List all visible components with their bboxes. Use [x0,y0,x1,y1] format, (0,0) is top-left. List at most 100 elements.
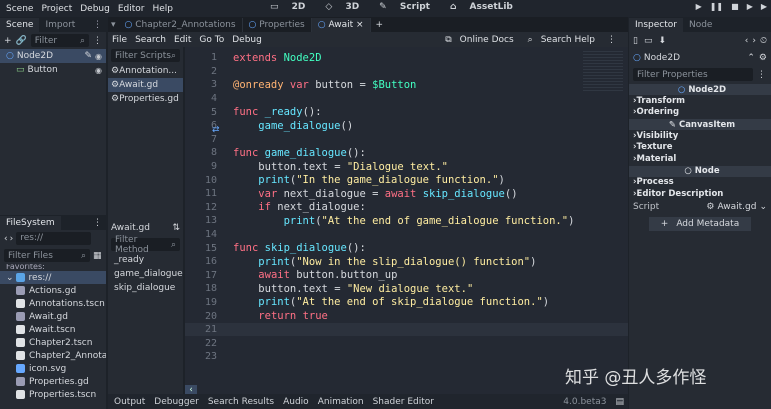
search-help-link[interactable]: ⌕ Search Help [528,35,603,45]
new-resource-icon[interactable]: ▯ [633,36,638,46]
code-line[interactable]: 22 [185,336,628,350]
code-line[interactable]: 23 [185,350,628,364]
back-icon[interactable]: ‹ [4,234,8,244]
editor-menu-search[interactable]: Search [135,35,166,45]
method-list-item[interactable]: skip_dialogue [108,281,183,295]
code-line[interactable]: 3 @onready var button = $Button [185,78,628,92]
editor-menu-file[interactable]: File [112,35,127,45]
script-icon[interactable]: ✎ [84,51,92,61]
tab-scene[interactable]: Scene [0,17,40,32]
layout-icon[interactable]: ▤ [615,397,624,407]
history-back-icon[interactable]: ‹ [745,36,749,46]
workspace-2d[interactable]: ▭ 2D [270,2,315,12]
visibility-eye-icon[interactable]: ◉ [95,66,102,75]
close-icon[interactable]: × [353,20,364,30]
script-resource-field[interactable]: ⚙ Await.gd ⌄ [706,202,767,212]
code-line[interactable]: 8 func game_dialogue(): [185,146,628,160]
scene-node-node2d[interactable]: ○ Node2D ✎ ◉ [0,49,106,63]
history-forward-icon[interactable]: › [752,36,756,46]
visibility-eye-icon[interactable]: ◉ [95,52,102,61]
script-list-item[interactable]: ⚙ Properties.gd [108,92,183,106]
method-list-item[interactable]: _ready [108,253,183,267]
file-item[interactable]: Annotations.tscn [0,297,106,310]
code-line[interactable]: 20 return true [185,309,628,323]
inspector-section-texture[interactable]: › Texture [629,142,771,154]
code-line[interactable]: 14 [185,228,628,242]
dock-menu-icon[interactable]: ⋮ [93,20,102,30]
code-line[interactable]: 2 [185,65,628,79]
editor-menu-edit[interactable]: Edit [174,35,191,45]
code-line[interactable]: 15 func skip_dialogue(): [185,241,628,255]
folder-res[interactable]: ⌄ res:// [0,271,106,284]
open-resource-icon[interactable]: ▭ [644,36,653,46]
filter-files-input[interactable]: Filter Files ⌕ [4,249,90,262]
tab-node[interactable]: Node [683,18,719,32]
code-line[interactable]: 16 print("Now in the slip_dialogue() fun… [185,255,628,269]
menu-debug[interactable]: Debug [80,4,110,14]
editor-menu-debug[interactable]: Debug [232,35,262,45]
code-line[interactable]: 13 print("At the end of game_dialogue fu… [185,214,628,228]
play-scene-icon[interactable]: ▶ [747,2,753,11]
forward-icon[interactable]: › [10,234,14,244]
filter-methods-input[interactable]: Filter Method ⌕ [111,235,180,255]
script-list-item[interactable]: ⚙ Annotation... [108,64,183,78]
tab-import[interactable]: Import [39,18,81,32]
code-line[interactable]: 10 print("In the game_dialogue function.… [185,173,628,187]
menu-scene[interactable]: Scene [6,4,33,14]
tab-inspector[interactable]: Inspector [629,17,683,32]
inspector-section-transform[interactable]: › Transform [629,95,771,107]
online-docs-link[interactable]: ⧉ Online Docs [445,35,521,45]
code-line[interactable]: 1 extends Node2D [185,51,628,65]
menu-editor[interactable]: Editor [118,4,145,14]
inspector-section-ordering[interactable]: › Ordering [629,107,771,119]
tools-icon[interactable]: ⚙ [759,53,767,63]
bottom-tab-debugger[interactable]: Debugger [154,397,199,407]
code-line[interactable]: 4 [185,92,628,106]
menu-project[interactable]: Project [41,4,72,14]
overflow-menu-icon[interactable]: ⋮ [607,35,616,45]
scene-node-button[interactable]: ▭ Button ◉ [0,63,106,77]
file-item[interactable]: icon.svg [0,362,106,375]
filter-properties-input[interactable]: Filter Properties [633,68,753,81]
code-line[interactable]: 21 [185,322,628,337]
inspector-section-editor-description[interactable]: › Editor Description [629,188,771,200]
split-mode-icon[interactable]: ▦ [93,251,102,261]
file-item[interactable]: Properties.tscn [0,388,106,401]
filter-scripts-input[interactable]: Filter Scripts ⌕ [111,49,180,62]
file-item[interactable]: Actions.gd [0,284,106,297]
code-line[interactable]: 9 button.text = "Dialogue text." [185,160,628,174]
bottom-tab-output[interactable]: Output [114,397,145,407]
chevron-up-icon[interactable]: ⌃ [747,53,755,63]
bottom-tab-audio[interactable]: Audio [283,397,309,407]
code-line[interactable]: 11 var next_dialogue = await skip_dialog… [185,187,628,201]
code-line[interactable]: 12 if next_dialogue: [185,201,628,215]
file-tab-chapter2_annotations[interactable]: ○ Chapter2_Annotations [119,17,243,32]
inspector-section-material[interactable]: › Material [629,153,771,165]
add-tab-icon[interactable]: + [371,20,389,30]
dock-menu-icon[interactable]: ⋮ [93,218,102,228]
file-item[interactable]: Properties.gd [0,375,106,388]
filter-options-icon[interactable]: ⋮ [93,36,102,46]
scene-tabs-menu-icon[interactable]: ▾ [108,20,119,30]
play-icon[interactable]: ▶ [696,2,702,11]
chevron-down-icon[interactable]: ⌄ [6,273,14,283]
play-custom-icon[interactable]: ▶ [761,2,767,11]
workspace-script[interactable]: ✎ Script [379,2,440,12]
add-node-icon[interactable]: + [4,36,12,46]
save-icon[interactable]: ⬇ [658,36,666,46]
workspace-3d[interactable]: ◇ 3D [325,2,369,12]
bottom-tab-shader-editor[interactable]: Shader Editor [373,397,434,407]
stop-icon[interactable]: ■ [731,2,739,11]
link-icon[interactable]: 🔗 [16,36,27,46]
code-editor[interactable]: 1 extends Node2D 2 3 @onready var button = $… [185,47,628,397]
code-line[interactable]: 17 await button.button_up [185,269,628,283]
code-minimap[interactable] [583,51,623,91]
history-icon[interactable]: ⏲ [760,36,767,46]
code-line[interactable]: 18 button.text = "New dialogue text." [185,282,628,296]
inspector-section-process[interactable]: › Process [629,177,771,189]
editor-menu-go-to[interactable]: Go To [199,35,224,45]
pause-icon[interactable]: ❚❚ [710,2,723,11]
options-icon[interactable]: ⋮ [757,70,766,80]
code-line[interactable]: 5 func _ready(): [185,105,628,119]
code-line[interactable]: 7 [185,133,628,147]
